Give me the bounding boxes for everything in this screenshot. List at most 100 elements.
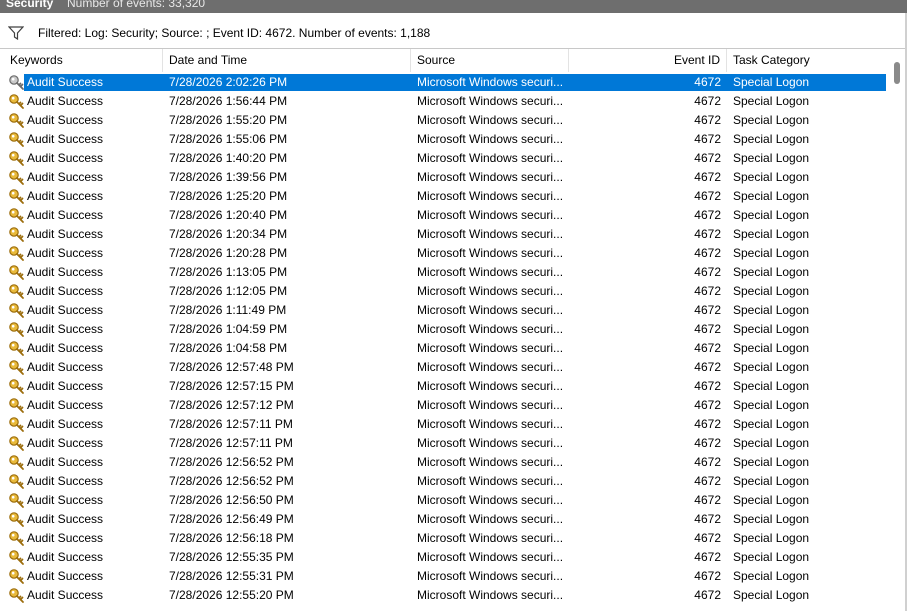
table-row[interactable]: Audit Success 7/28/2026 12:55:20 PM Micros… xyxy=(0,586,887,605)
column-header-event-id[interactable]: Event ID xyxy=(569,49,727,72)
table-row[interactable]: Audit Success 7/28/2026 1:40:20 PM Microso… xyxy=(0,149,887,168)
date-cell: 7/28/2026 1:11:49 PM xyxy=(169,303,287,317)
source-cell: Microsoft Windows securi... xyxy=(417,569,564,583)
event-id-cell: 4672 xyxy=(694,550,721,564)
source-cell: Microsoft Windows securi... xyxy=(417,531,564,545)
table-row[interactable]: Audit Success 7/28/2026 1:39:56 PM Microso… xyxy=(0,168,887,187)
source-cell: Microsoft Windows securi... xyxy=(417,113,564,127)
keyword-cell: Audit Success xyxy=(27,265,104,279)
date-cell: 7/28/2026 12:57:48 PM xyxy=(169,360,294,374)
table-row[interactable]: Audit Success 7/28/2026 12:57:11 PM Micros… xyxy=(0,434,887,453)
date-cell: 7/28/2026 12:57:12 PM xyxy=(169,398,294,412)
date-cell: 7/28/2026 12:56:52 PM xyxy=(169,455,294,469)
key-icon xyxy=(9,550,24,565)
date-cell: 7/28/2026 1:55:20 PM xyxy=(169,113,288,127)
source-cell: Microsoft Windows securi... xyxy=(417,588,564,602)
source-cell: Microsoft Windows securi... xyxy=(417,512,564,526)
key-icon xyxy=(9,436,24,451)
key-icon xyxy=(9,588,24,603)
date-cell: 7/28/2026 1:04:59 PM xyxy=(169,322,288,336)
keyword-cell: Audit Success xyxy=(27,208,104,222)
source-cell: Microsoft Windows securi... xyxy=(417,170,564,184)
table-row[interactable]: Audit Success 7/28/2026 1:25:20 PM Microso… xyxy=(0,187,887,206)
source-cell: Microsoft Windows securi... xyxy=(417,303,564,317)
event-id-cell: 4672 xyxy=(694,398,721,412)
event-id-cell: 4672 xyxy=(694,436,721,450)
event-id-cell: 4672 xyxy=(694,189,721,203)
column-header-source[interactable]: Source xyxy=(411,49,569,72)
keyword-cell: Audit Success xyxy=(27,151,104,165)
table-row[interactable]: Audit Success 7/28/2026 12:56:18 PM Micros… xyxy=(0,529,887,548)
event-id-cell: 4672 xyxy=(694,208,721,222)
event-id-cell: 4672 xyxy=(694,379,721,393)
column-header-keywords[interactable]: Keywords xyxy=(4,49,163,72)
keyword-cell: Audit Success xyxy=(27,132,104,146)
table-row[interactable]: Audit Success 7/28/2026 1:20:28 PM Microso… xyxy=(0,244,887,263)
task-category-cell: Special Logon xyxy=(733,493,810,507)
keyword-cell: Audit Success xyxy=(27,303,104,317)
keyword-cell: Audit Success xyxy=(27,588,104,602)
table-row[interactable]: Audit Success 7/28/2026 12:57:48 PM Micros… xyxy=(0,358,887,377)
scrollbar-thumb[interactable] xyxy=(894,62,900,84)
date-cell: 7/28/2026 1:04:58 PM xyxy=(169,341,288,355)
event-id-cell: 4672 xyxy=(694,94,721,108)
task-category-cell: Special Logon xyxy=(733,113,810,127)
table-row[interactable]: Audit Success 7/28/2026 1:20:40 PM Microso… xyxy=(0,206,887,225)
log-name: Security xyxy=(6,0,54,10)
table-row[interactable]: Audit Success 7/28/2026 1:56:44 PM Microso… xyxy=(0,92,887,111)
keyword-cell: Audit Success xyxy=(27,417,104,431)
keyword-cell: Audit Success xyxy=(27,436,104,450)
date-cell: 7/28/2026 12:55:31 PM xyxy=(169,569,294,583)
key-icon xyxy=(9,75,24,90)
keyword-cell: Audit Success xyxy=(27,360,104,374)
date-cell: 7/28/2026 12:57:15 PM xyxy=(169,379,294,393)
table-row[interactable]: Audit Success 7/28/2026 1:55:06 PM Microso… xyxy=(0,130,887,149)
column-header-date[interactable]: Date and Time xyxy=(163,49,411,72)
table-row[interactable]: Audit Success 7/28/2026 1:13:05 PM Microso… xyxy=(0,263,887,282)
event-count: Number of events: 33,320 xyxy=(67,0,206,10)
date-cell: 7/28/2026 1:55:06 PM xyxy=(169,132,288,146)
keyword-cell: Audit Success xyxy=(27,512,104,526)
date-cell: 7/28/2026 2:02:26 PM xyxy=(169,75,288,89)
table-row[interactable]: Audit Success 7/28/2026 12:57:15 PM Micros… xyxy=(0,377,887,396)
table-row[interactable]: Audit Success 7/28/2026 12:57:11 PM Micros… xyxy=(0,415,887,434)
keyword-cell: Audit Success xyxy=(27,493,104,507)
table-row[interactable]: Audit Success 7/28/2026 12:57:12 PM Micros… xyxy=(0,396,887,415)
table-row[interactable]: Audit Success 7/28/2026 12:56:52 PM Micros… xyxy=(0,472,887,491)
keyword-cell: Audit Success xyxy=(27,94,104,108)
table-row[interactable]: Audit Success 7/28/2026 12:55:31 PM Micros… xyxy=(0,567,887,586)
table-row[interactable]: Audit Success 7/28/2026 12:55:35 PM Micros… xyxy=(0,548,887,567)
event-id-cell: 4672 xyxy=(694,113,721,127)
table-row[interactable]: Audit Success 7/28/2026 2:02:26 PM Microso… xyxy=(0,73,887,92)
key-icon xyxy=(9,303,24,318)
keyword-cell: Audit Success xyxy=(27,113,104,127)
column-header-task-category[interactable]: Task Category xyxy=(727,49,887,72)
event-id-cell: 4672 xyxy=(694,75,721,89)
key-icon xyxy=(9,265,24,280)
table-row[interactable]: Audit Success 7/28/2026 1:12:05 PM Microso… xyxy=(0,282,887,301)
table-row[interactable]: Audit Success 7/28/2026 1:04:59 PM Microso… xyxy=(0,320,887,339)
task-category-cell: Special Logon xyxy=(733,303,810,317)
table-row[interactable]: Audit Success 7/28/2026 12:56:52 PM Micros… xyxy=(0,453,887,472)
key-icon xyxy=(9,113,24,128)
source-cell: Microsoft Windows securi... xyxy=(417,151,564,165)
table-row[interactable]: Audit Success 7/28/2026 12:56:50 PM Micros… xyxy=(0,491,887,510)
date-cell: 7/28/2026 12:57:11 PM xyxy=(169,417,293,431)
table-row[interactable]: Audit Success 7/28/2026 1:04:58 PM Microso… xyxy=(0,339,887,358)
task-category-cell: Special Logon xyxy=(733,588,810,602)
keyword-cell: Audit Success xyxy=(27,398,104,412)
keyword-cell: Audit Success xyxy=(27,341,104,355)
table-row[interactable]: Audit Success 7/28/2026 12:56:49 PM Micros… xyxy=(0,510,887,529)
vertical-scrollbar[interactable] xyxy=(887,49,907,611)
table-row[interactable]: Audit Success 7/28/2026 1:55:20 PM Microso… xyxy=(0,111,887,130)
event-id-cell: 4672 xyxy=(694,132,721,146)
event-id-cell: 4672 xyxy=(694,322,721,336)
source-cell: Microsoft Windows securi... xyxy=(417,208,564,222)
source-cell: Microsoft Windows securi... xyxy=(417,284,564,298)
table-row[interactable]: Audit Success 7/28/2026 1:20:34 PM Microso… xyxy=(0,225,887,244)
source-cell: Microsoft Windows securi... xyxy=(417,474,564,488)
task-category-cell: Special Logon xyxy=(733,455,810,469)
table-row[interactable]: Audit Success 7/28/2026 1:11:49 PM Microso… xyxy=(0,301,887,320)
keyword-cell: Audit Success xyxy=(27,75,104,89)
keyword-cell: Audit Success xyxy=(27,227,104,241)
